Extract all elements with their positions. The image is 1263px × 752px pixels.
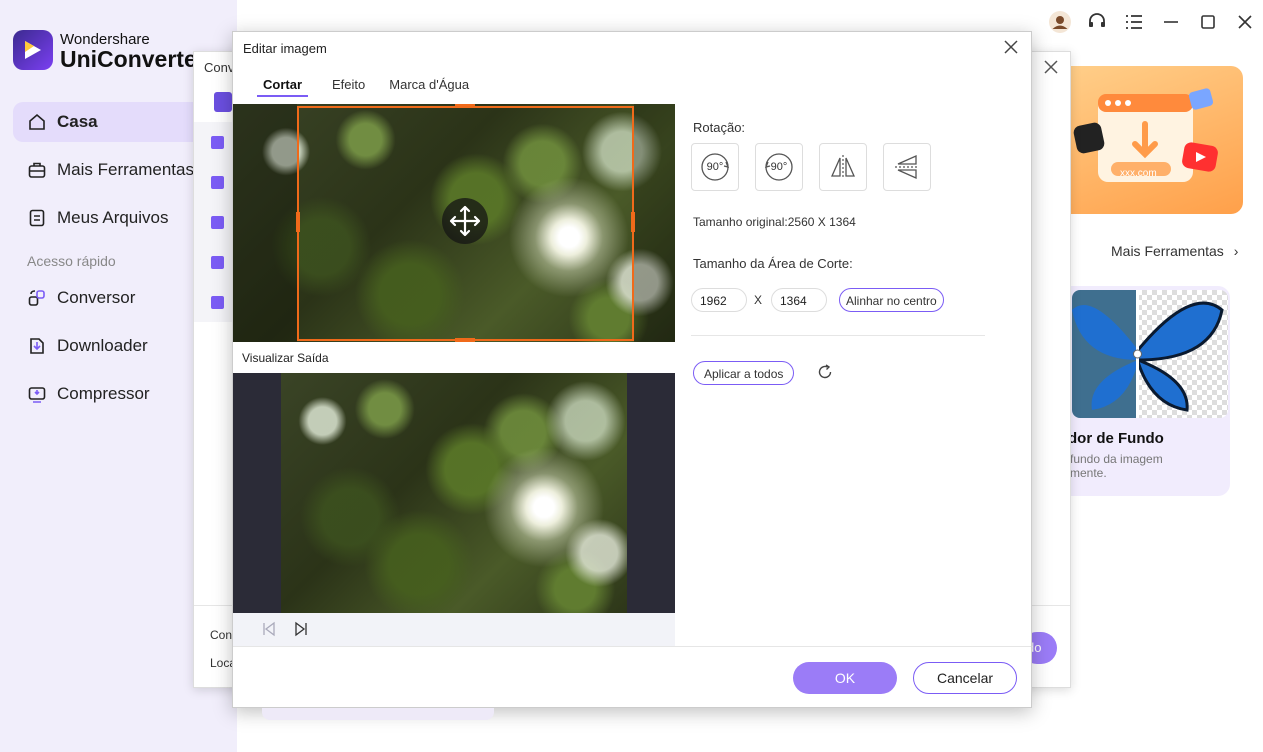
close-icon[interactable]: [1003, 39, 1019, 55]
maximize-icon: [1200, 15, 1215, 29]
app-logo: [13, 30, 53, 70]
file-icon: [29, 209, 45, 227]
crop-handle-top[interactable]: [455, 104, 475, 108]
rotate-right-label: 90°: [770, 161, 788, 173]
sidebar-item-conversor[interactable]: Conversor: [13, 278, 223, 318]
edit-image-dialog: Editar imagem Cortar Efeito Marca d'Água…: [232, 31, 1032, 708]
sidebar-item-meus-arquivos[interactable]: Meus Arquivos: [13, 198, 223, 238]
account-button[interactable]: [1041, 8, 1078, 36]
sidebar-item-compressor[interactable]: Compressor: [13, 374, 223, 414]
edit-tabs: Cortar Efeito Marca d'Água: [257, 77, 469, 97]
sidebar-item-label: Meus Arquivos: [57, 208, 169, 227]
dimension-separator: X: [754, 293, 763, 307]
user-avatar-icon: [1048, 11, 1071, 33]
dialog-footer: OK Cancelar: [233, 646, 1031, 708]
home-icon: [29, 113, 45, 130]
player-controls: [233, 613, 675, 646]
background-remover-card[interactable]: dor de Fundo fundo da imagem mente.: [1048, 286, 1230, 496]
card-desc-line: mente.: [1070, 466, 1107, 480]
output-preview-label: Visualizar Saída: [242, 351, 329, 365]
flip-vertical-button[interactable]: [883, 143, 931, 191]
maximize-button[interactable]: [1189, 8, 1226, 36]
crop-mask-right: [634, 104, 675, 342]
rotate-right-button[interactable]: 90°: [755, 143, 803, 191]
card-desc-line: fundo da imagem: [1070, 452, 1163, 466]
crop-handle-right[interactable]: [631, 212, 635, 232]
crop-handle-bottom[interactable]: [455, 338, 475, 342]
move-icon[interactable]: [442, 198, 488, 244]
support-button[interactable]: [1078, 8, 1115, 36]
flip-horizontal-button[interactable]: [819, 143, 867, 191]
quick-access-label: Acesso rápido: [27, 253, 116, 269]
align-center-button[interactable]: Alinhar no centro: [839, 288, 944, 312]
divider: [691, 335, 985, 336]
sidebar-item-casa[interactable]: Casa: [13, 102, 223, 142]
download-promo-banner[interactable]: xxx.com: [1058, 66, 1243, 214]
file-checkbox[interactable]: [211, 216, 224, 229]
chevron-right-icon: ›: [1233, 243, 1239, 259]
tab-cortar[interactable]: Cortar: [257, 77, 309, 97]
card-description: fundo da imagem mente.: [1070, 452, 1163, 480]
sidebar-item-label: Casa: [57, 112, 98, 131]
sidebar-item-label: Compressor: [57, 384, 150, 403]
compress-icon: [28, 387, 46, 403]
sidebar-item-downloader[interactable]: Downloader: [13, 326, 223, 366]
crop-handle-left[interactable]: [296, 212, 300, 232]
output-format-label: Con: [210, 628, 233, 642]
ok-button[interactable]: OK: [793, 662, 897, 694]
crop-height-input[interactable]: 1364: [771, 288, 827, 312]
output-preview: [233, 373, 675, 613]
output-photo: [281, 373, 627, 613]
close-icon[interactable]: [1044, 60, 1058, 74]
dialog-title: Editar imagem: [243, 41, 327, 56]
file-checkbox[interactable]: [211, 136, 224, 149]
reset-icon[interactable]: [816, 363, 834, 381]
more-tools-label: Mais Ferramentas: [1111, 243, 1224, 259]
crop-area-label: Tamanho da Área de Corte:: [693, 256, 853, 271]
rotate-left-label: 90°: [706, 161, 724, 173]
add-file-icon[interactable]: [214, 92, 232, 112]
sidebar-item-label: Mais Ferramentas: [57, 160, 194, 179]
tab-marca-dagua[interactable]: Marca d'Água: [389, 77, 469, 97]
crop-preview[interactable]: [233, 104, 675, 342]
previous-icon[interactable]: [261, 621, 277, 637]
close-icon: [1237, 15, 1252, 29]
rotate-left-button[interactable]: 90°: [691, 143, 739, 191]
promo-site-label: xxx.com: [1120, 168, 1157, 179]
sidebar-item-label: Downloader: [57, 336, 148, 355]
window-controls: [1041, 8, 1263, 36]
crop-mask-left: [233, 104, 297, 342]
tab-efeito[interactable]: Efeito: [332, 77, 365, 97]
more-tools-link[interactable]: Mais Ferramentas ›: [1111, 243, 1238, 259]
sidebar-item-label: Conversor: [57, 288, 136, 307]
next-icon[interactable]: [293, 621, 309, 637]
minimize-button[interactable]: [1152, 8, 1189, 36]
crop-width-input[interactable]: 1962: [691, 288, 747, 312]
rotation-label: Rotação:: [693, 120, 746, 135]
menu-icon: [1125, 15, 1142, 29]
headset-icon: [1088, 13, 1105, 27]
original-size-text: Tamanho original:2560 X 1364: [693, 215, 856, 229]
close-window-button[interactable]: [1226, 8, 1263, 36]
flip-horizontal-icon: [830, 155, 856, 179]
flip-vertical-icon: [895, 154, 919, 180]
file-checkbox[interactable]: [211, 176, 224, 189]
download-illustration: [1073, 88, 1218, 182]
background-button-shadow: [262, 708, 494, 720]
card-title: dor de Fundo: [1068, 430, 1164, 447]
butterfly-thumbnail: [1072, 290, 1228, 418]
minimize-icon: [1163, 21, 1178, 23]
download-icon: [30, 338, 44, 354]
file-checkbox[interactable]: [211, 256, 224, 269]
cancel-button[interactable]: Cancelar: [913, 662, 1017, 694]
apply-to-all-button[interactable]: Aplicar a todos: [693, 361, 795, 385]
toolbox-icon: [28, 162, 46, 178]
converter-title: Conv: [204, 60, 235, 75]
converter-icon: [28, 290, 45, 306]
sidebar-item-mais-ferramentas[interactable]: Mais Ferramentas: [13, 150, 223, 190]
file-checkbox[interactable]: [211, 296, 224, 309]
menu-button[interactable]: [1115, 8, 1152, 36]
